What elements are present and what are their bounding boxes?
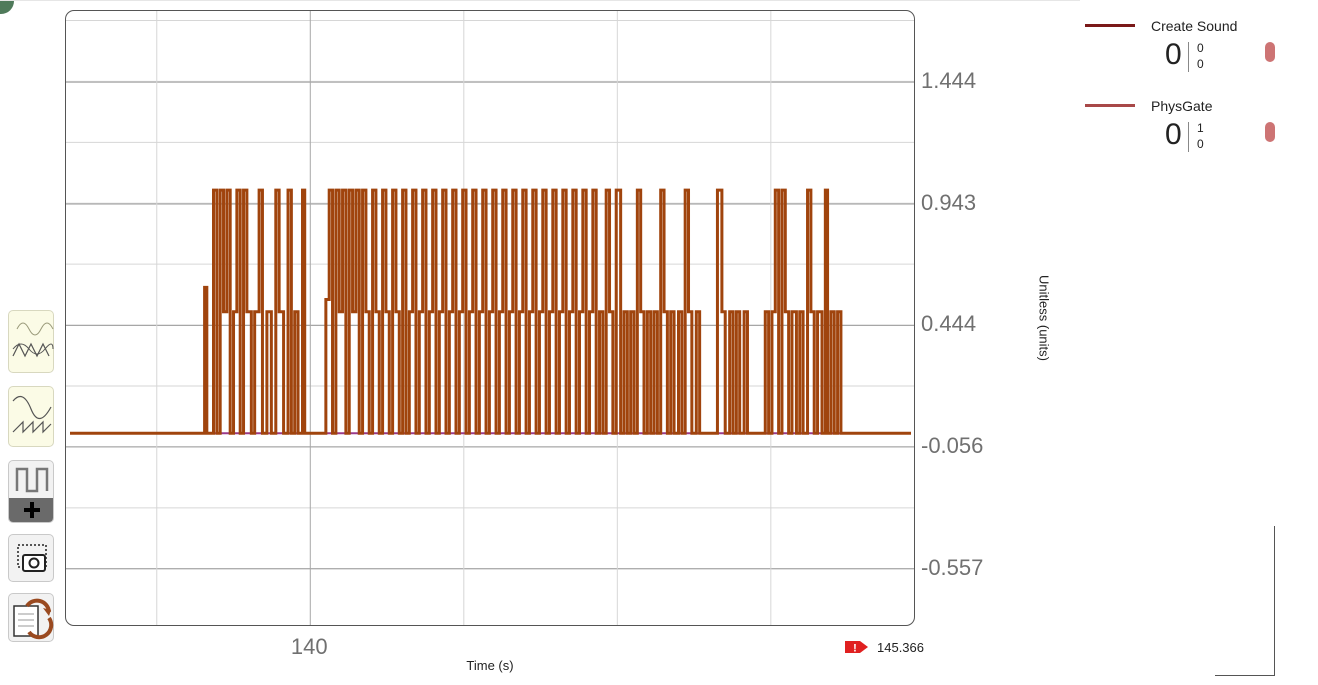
channel-toggle[interactable] (1265, 42, 1275, 62)
refresh-report-button[interactable] (8, 593, 54, 642)
legend-top-value: 1 (1197, 121, 1204, 135)
status-dot (0, 0, 14, 14)
y-tick-label: 0.943 (921, 189, 977, 215)
wave-compare-button[interactable] (8, 386, 54, 447)
y-axis-title: Unitless (units) (1036, 275, 1052, 361)
refresh-report-icon (13, 598, 54, 640)
y-tick-label: 1.444 (921, 68, 977, 94)
legend-physgate: PhysGate 0 1 0 (1085, 90, 1285, 160)
series-line-physgate (70, 188, 911, 435)
legend-value: 0 (1165, 38, 1182, 71)
y-tick-label: -0.056 (921, 432, 984, 458)
legend-swatch (1085, 24, 1135, 27)
legend-value: 0 (1165, 118, 1182, 151)
legend-bottom-value: 0 (1197, 57, 1204, 71)
plus-icon (9, 498, 53, 522)
wave-compare-icon (12, 395, 52, 434)
red-arrow-flag-icon: ! (845, 641, 868, 655)
legend-create-sound: Create Sound 0 0 0 (1085, 10, 1285, 80)
add-square-wave-button[interactable] (8, 460, 54, 523)
legend-divider (1188, 122, 1189, 152)
legend-label: Create Sound (1151, 18, 1238, 34)
screenshot-camera-icon (17, 544, 47, 572)
x-tick-label: 140 (290, 634, 328, 659)
legend-bottom-value: 0 (1197, 137, 1204, 151)
wave-analysis-button[interactable] (8, 310, 54, 373)
add-square-wave-icon (15, 467, 49, 493)
x-axis-title: Time (s) (466, 658, 514, 673)
y-tick-label: 0.444 (921, 311, 977, 337)
y-tick-label: -0.557 (921, 554, 984, 580)
wave-analysis-icon (12, 322, 54, 358)
resize-bracket[interactable] (1215, 526, 1275, 676)
svg-text:!: ! (853, 643, 857, 655)
channel-toggle[interactable] (1265, 122, 1275, 142)
legend-swatch (1085, 104, 1135, 107)
legend-top-value: 0 (1197, 41, 1204, 55)
chart-area[interactable] (65, 10, 915, 626)
top-divider (0, 0, 1080, 1)
chart-svg (66, 11, 914, 625)
cursor-value: 145.366 (877, 639, 924, 655)
app-root: 1.444 0.943 0.444 -0.056 -0.557 140 Time (s)… (0, 0, 1318, 685)
legend-label: PhysGate (1151, 98, 1213, 114)
time-cursor[interactable]: ! 145.366 (845, 639, 924, 655)
legend-divider (1188, 42, 1189, 72)
screenshot-button[interactable] (8, 534, 54, 582)
